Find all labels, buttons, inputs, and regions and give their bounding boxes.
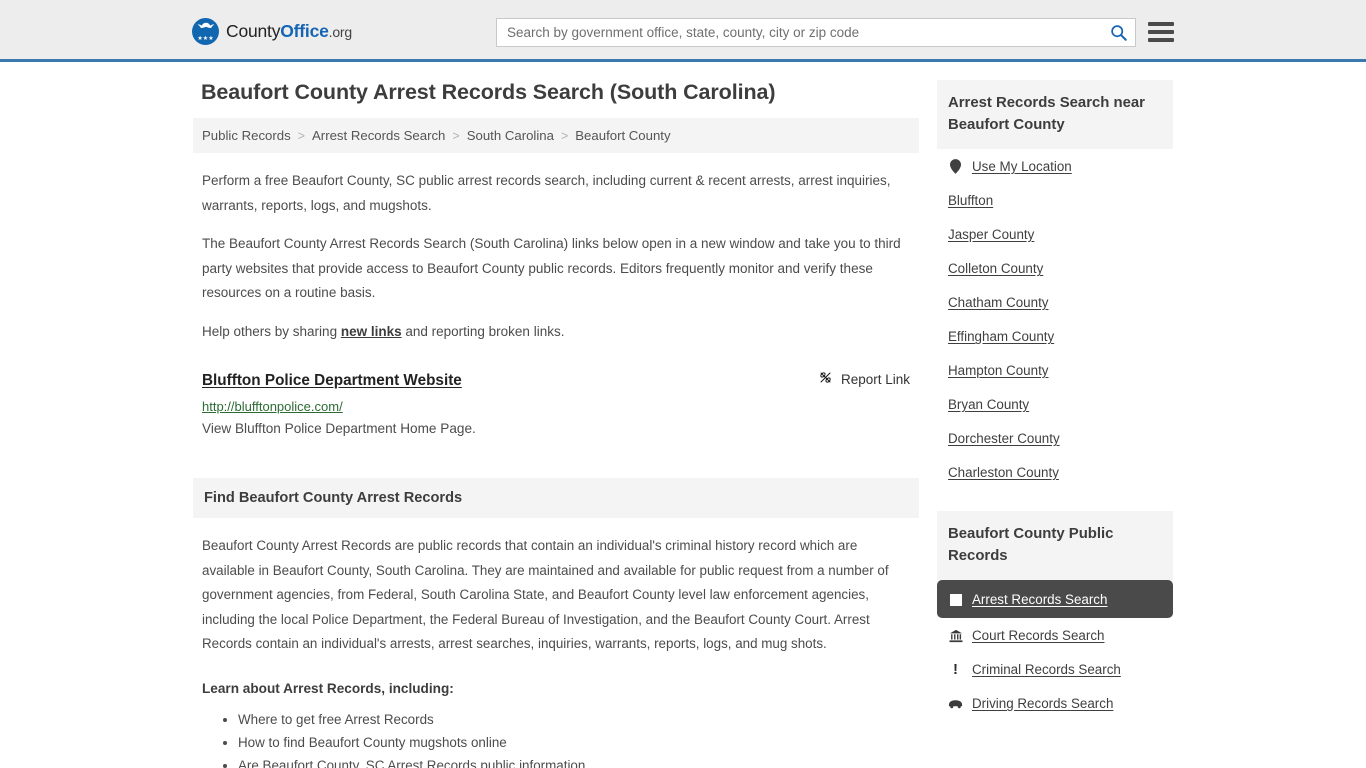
sidebar-item-arrest-records-search[interactable]: Arrest Records Search <box>937 580 1173 618</box>
car-icon <box>948 696 963 711</box>
sidebar-item-charleston-county[interactable]: Charleston County <box>937 455 1173 489</box>
map-pin-icon <box>948 159 963 174</box>
intro-paragraph-1: Perform a free Beaufort County, SC publi… <box>202 173 891 213</box>
intro-text-after: and reporting broken links. <box>401 323 565 339</box>
sidebar-public-records-heading: Beaufort County Public Records <box>937 511 1173 580</box>
list-item: How to find Beaufort County mugshots onl… <box>238 732 910 755</box>
sidebar-item-driving-records-search[interactable]: Driving Records Search <box>937 686 1173 720</box>
sidebar-item-label: Jasper County <box>948 227 1035 242</box>
page-title: Beaufort County Arrest Records Search (S… <box>201 80 776 104</box>
breadcrumb-separator: > <box>297 128 305 143</box>
breadcrumb-separator: > <box>560 128 569 143</box>
sidebar-item-label: Criminal Records Search <box>972 662 1121 677</box>
sidebar-item-court-records-search[interactable]: Court Records Search <box>937 618 1173 652</box>
sidebar-item-label: Hampton County <box>948 363 1049 378</box>
breadcrumb-item-beaufort-county[interactable]: Beaufort County <box>575 128 670 143</box>
breadcrumb-item-public-records[interactable]: Public Records <box>202 128 291 143</box>
sidebar-item-bluffton[interactable]: Bluffton <box>937 183 1173 217</box>
new-links-link[interactable]: new links <box>341 324 402 339</box>
sidebar-item-label: Colleton County <box>948 261 1044 276</box>
sidebar-item-bryan-county[interactable]: Bryan County <box>937 387 1173 421</box>
list-item: Where to get free Arrest Records <box>238 709 910 732</box>
sidebar-item-label: Court Records Search <box>972 628 1105 643</box>
sidebar-item-label: Chatham County <box>948 295 1049 310</box>
sidebar-item-label: Bryan County <box>948 397 1030 412</box>
breadcrumb-item-south-carolina[interactable]: South Carolina <box>467 128 554 143</box>
report-link-button[interactable]: Report Link <box>818 370 910 388</box>
sidebar: Arrest Records Search near Beaufort Coun… <box>937 80 1173 768</box>
sidebar-item-label: Arrest Records Search <box>972 592 1108 607</box>
result-listing: Bluffton Police Department Website Repor… <box>193 370 919 437</box>
search-input[interactable] <box>497 19 1101 46</box>
sidebar-item-effingham-county[interactable]: Effingham County <box>937 319 1173 353</box>
sidebar-item-label: Dorchester County <box>948 431 1060 446</box>
intro-text-before: Help others by sharing <box>202 323 341 339</box>
site-header: ★★★ CountyOffice.org <box>0 0 1366 62</box>
page-body: Beaufort County Arrest Records Search (S… <box>0 62 1366 768</box>
sidebar-item-label: Bluffton <box>948 193 994 208</box>
result-url[interactable]: http://blufftonpolice.com/ <box>202 399 910 414</box>
sidebar-item-label: Driving Records Search <box>972 696 1114 711</box>
result-title-link[interactable]: Bluffton Police Department Website <box>202 372 462 390</box>
sidebar-item-criminal-records-search[interactable]: ! Criminal Records Search <box>937 652 1173 686</box>
sidebar-item-dorchester-county[interactable]: Dorchester County <box>937 421 1173 455</box>
list-item: Are Beaufort County, SC Arrest Records p… <box>238 755 910 768</box>
sidebar-item-hampton-county[interactable]: Hampton County <box>937 353 1173 387</box>
exclamation-icon: ! <box>953 661 958 678</box>
logo-wordmark: CountyOffice.org <box>226 21 352 41</box>
breadcrumb: Public Records > Arrest Records Search >… <box>193 118 919 153</box>
breadcrumb-item-arrest-records-search[interactable]: Arrest Records Search <box>312 128 445 143</box>
site-logo[interactable]: ★★★ CountyOffice.org <box>192 18 352 45</box>
result-description: View Bluffton Police Department Home Pag… <box>202 421 476 436</box>
sidebar-panel-public-records: Beaufort County Public Records Arrest Re… <box>937 511 1173 720</box>
sidebar-item-use-my-location[interactable]: Use My Location <box>937 149 1173 183</box>
find-records-panel: Find Beaufort County Arrest Records Beau… <box>193 478 919 768</box>
intro-section: Perform a free Beaufort County, SC publi… <box>193 169 919 344</box>
sidebar-panel-near: Arrest Records Search near Beaufort Coun… <box>937 80 1173 489</box>
breadcrumb-separator: > <box>452 128 460 143</box>
id-card-icon <box>948 592 963 607</box>
sidebar-near-heading: Arrest Records Search near Beaufort Coun… <box>937 80 1173 149</box>
find-records-heading: Find Beaufort County Arrest Records <box>193 478 919 518</box>
report-link-label: Report Link <box>840 371 910 387</box>
sidebar-item-chatham-county[interactable]: Chatham County <box>937 285 1173 319</box>
intro-paragraph-2: The Beaufort County Arrest Records Searc… <box>202 236 901 300</box>
hamburger-menu-icon[interactable] <box>1148 19 1176 45</box>
sidebar-public-records-list: Arrest Records Search Court Records Sear… <box>937 580 1173 720</box>
sidebar-near-list: Use My Location Bluffton Jasper County C… <box>937 149 1173 489</box>
sidebar-item-label: Charleston County <box>948 465 1059 480</box>
search-bar[interactable] <box>496 18 1136 47</box>
learn-about-heading: Learn about Arrest Records, including: <box>202 680 454 696</box>
sidebar-item-label: Effingham County <box>948 329 1055 344</box>
sidebar-item-colleton-county[interactable]: Colleton County <box>937 251 1173 285</box>
find-records-body: Beaufort County Arrest Records are publi… <box>202 538 889 651</box>
broken-link-icon <box>818 370 833 388</box>
sidebar-item-jasper-county[interactable]: Jasper County <box>937 217 1173 251</box>
stars-icon: ★★★ <box>197 36 214 42</box>
search-icon[interactable] <box>1101 19 1135 46</box>
courthouse-icon <box>948 628 963 643</box>
sidebar-item-label: Use My Location <box>972 159 1072 174</box>
eagle-seal-icon: ★★★ <box>192 18 219 45</box>
intro-paragraph-3: Help others by sharing new links and rep… <box>202 320 910 345</box>
main-content: Beaufort County Arrest Records Search (S… <box>193 80 919 768</box>
learn-about-list: Where to get free Arrest Records How to … <box>202 709 910 768</box>
